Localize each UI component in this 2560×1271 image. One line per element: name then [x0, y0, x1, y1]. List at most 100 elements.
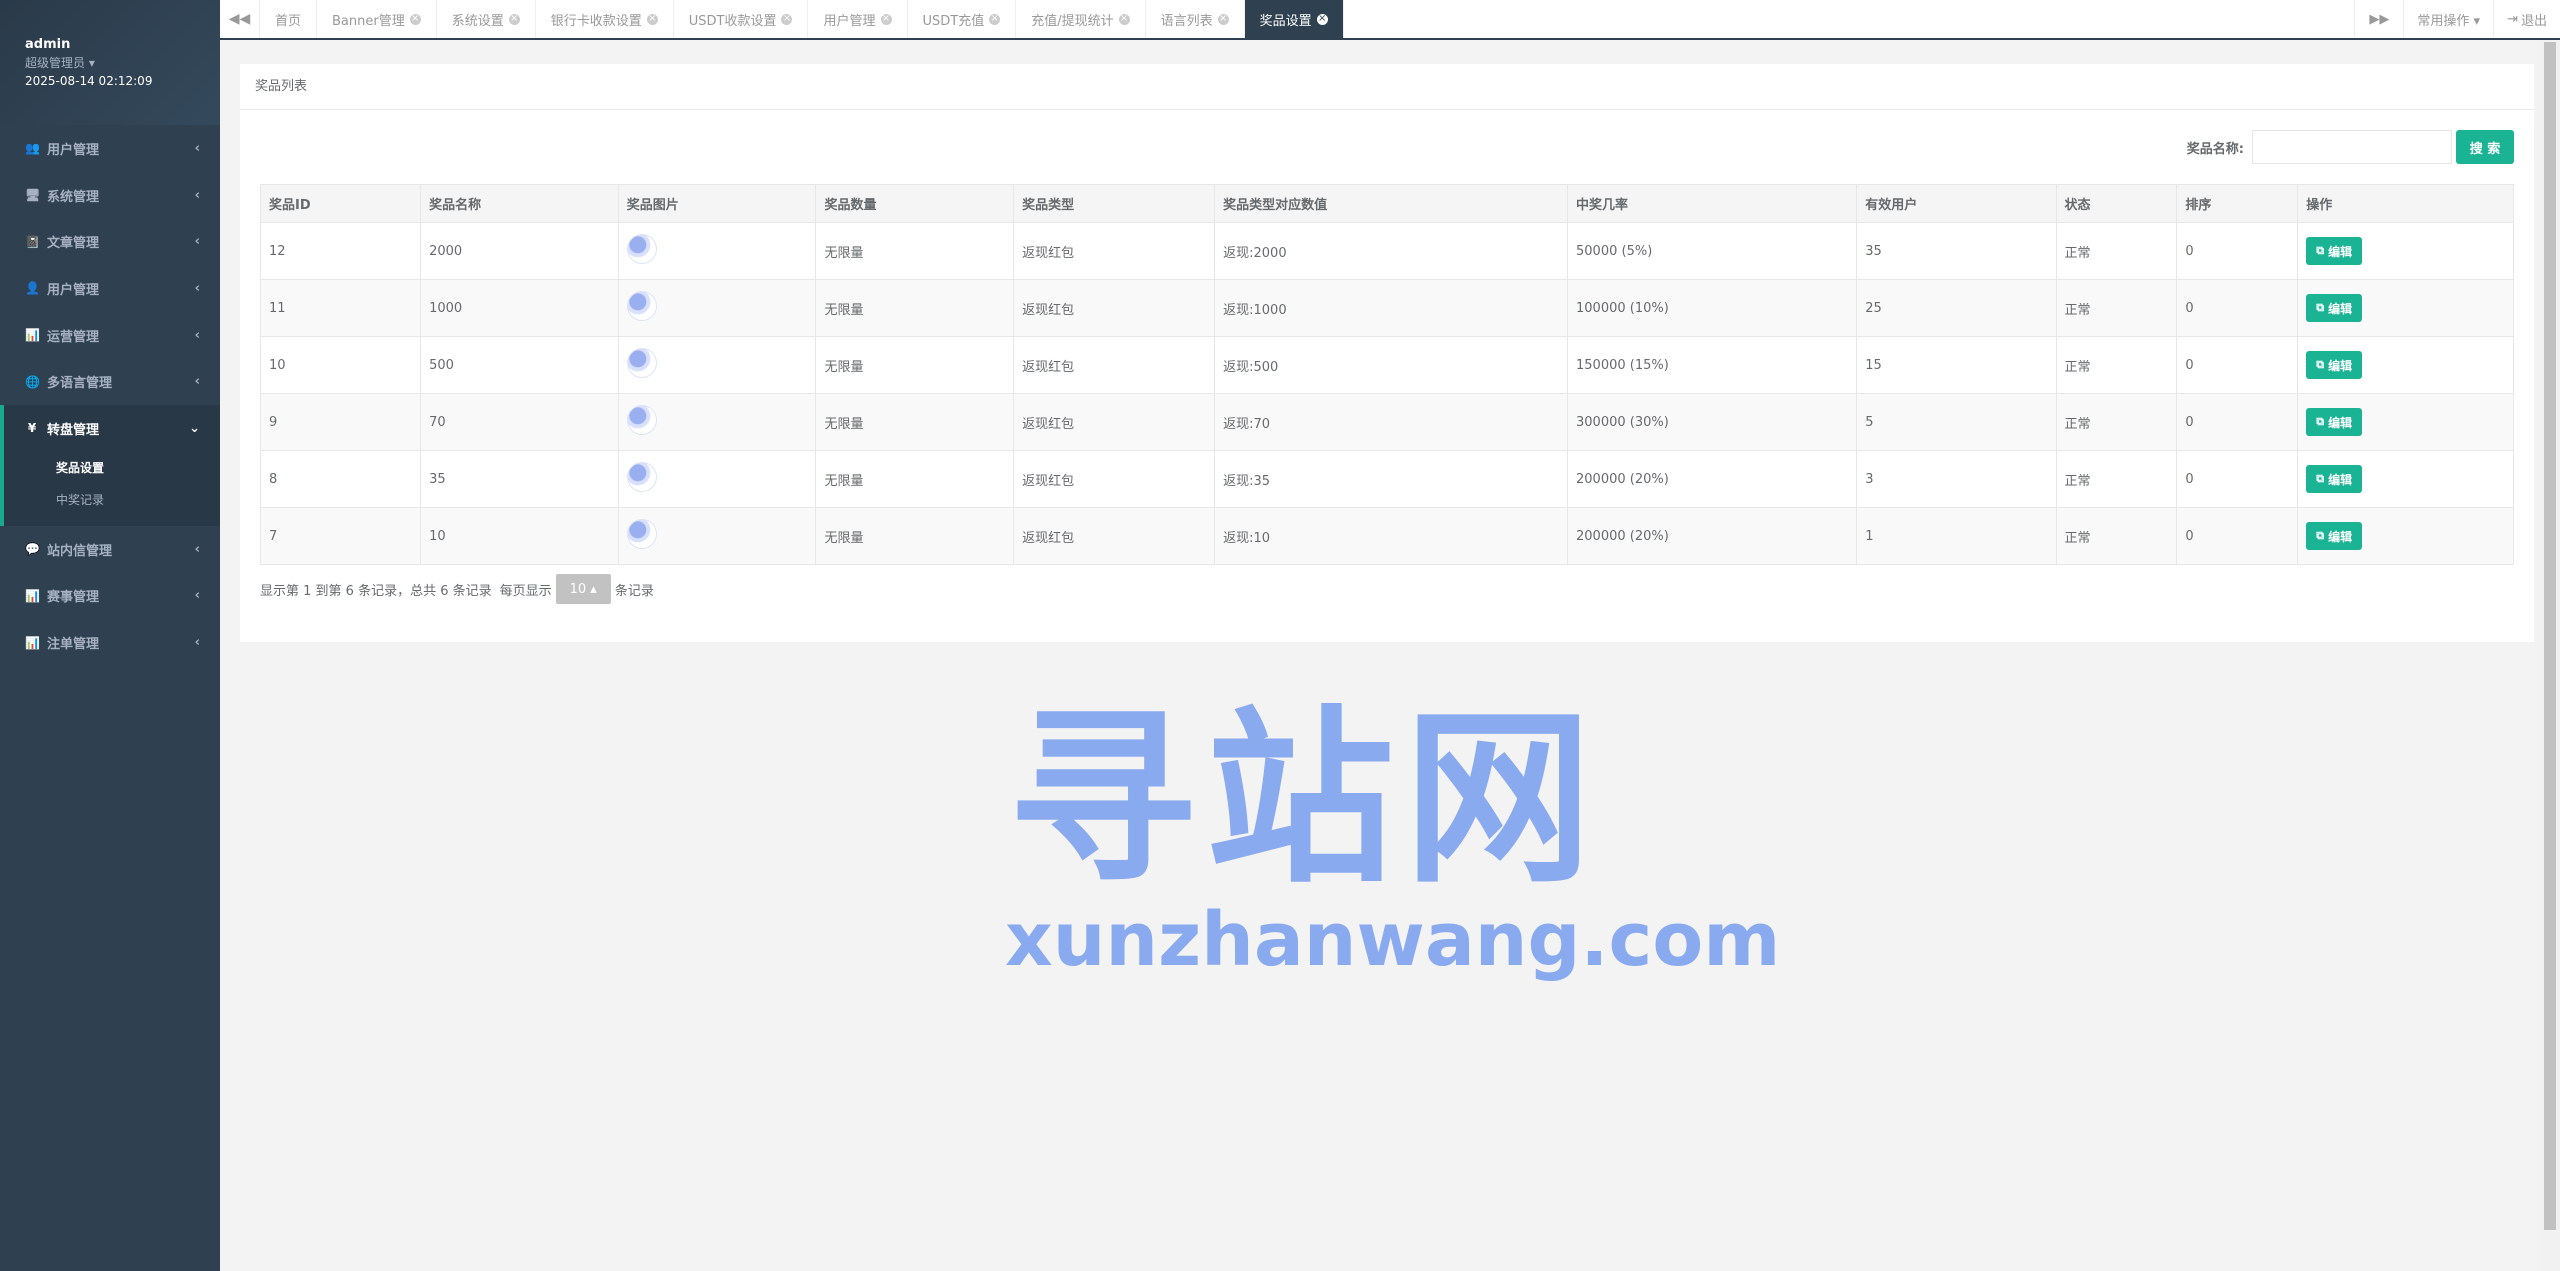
- sidebar-item-wheel-management[interactable]: ¥ 转盘管理 ⌄: [4, 405, 220, 452]
- close-icon[interactable]: ×: [646, 13, 658, 25]
- tab[interactable]: 银行卡收款设置 ×: [536, 0, 674, 38]
- page-scrollbar[interactable]: [2540, 40, 2560, 1271]
- table-cell: 2000: [420, 222, 619, 280]
- table-cell: 返现:35: [1214, 450, 1569, 508]
- column-header: 奖品数量: [815, 184, 1015, 223]
- prize-image-cell: [617, 222, 817, 280]
- tab[interactable]: 系统设置 ×: [437, 0, 536, 38]
- chevron-left-icon: ‹: [194, 588, 200, 604]
- table-cell: 返现红包: [1013, 279, 1216, 337]
- username: admin: [25, 37, 71, 52]
- tab[interactable]: 奖品设置 ×: [1244, 0, 1344, 38]
- column-header: 有效用户: [1856, 184, 2057, 223]
- sidebar-item[interactable]: 📊 注单管理 ‹: [0, 619, 220, 666]
- actions-cell: ⧉ 编辑: [2297, 222, 2514, 280]
- sidebar-item[interactable]: 👤 用户管理 ‹: [0, 265, 220, 312]
- page-tabs: 首页 Banner管理 × 系统设置 × 银行卡收款设置 × USDT收款设置 × 用户管理 × US…: [260, 0, 2354, 38]
- edit-button[interactable]: ⧉ 编辑: [2306, 294, 2363, 322]
- edit-button[interactable]: ⧉ 编辑: [2306, 522, 2363, 550]
- table-cell: 无限量: [815, 393, 1015, 451]
- column-header: 中奖几率: [1567, 184, 1858, 223]
- tabs-bar: ◀◀ 首页 Banner管理 × 系统设置 × 银行卡收款设置 × USDT收款设置 × 用户管理…: [220, 0, 2560, 40]
- tab-label: 充值/提现统计: [1031, 13, 1114, 29]
- tab-label: 奖品设置: [1259, 13, 1312, 29]
- tab-label: Banner管理: [332, 13, 405, 29]
- sidebar-item[interactable]: 👥 用户管理 ‹: [0, 125, 220, 172]
- edit-button[interactable]: ⧉ 编辑: [2306, 237, 2363, 265]
- tab[interactable]: Banner管理 ×: [317, 0, 437, 38]
- book-icon: 📓: [25, 234, 40, 249]
- table-cell: 15: [1856, 336, 2057, 394]
- prize-image: [626, 462, 657, 492]
- sidebar-item[interactable]: 💬 站内信管理 ‹: [0, 526, 220, 573]
- login-time: 2025-08-14 02:12:09: [25, 74, 153, 88]
- sign-out-icon: ⇥: [2507, 11, 2518, 27]
- edit-button[interactable]: ⧉ 编辑: [2306, 465, 2363, 493]
- close-icon[interactable]: ×: [1118, 13, 1130, 25]
- column-header: 奖品ID: [259, 184, 422, 223]
- sidebar-subitem-prize-settings[interactable]: 奖品设置: [4, 452, 220, 484]
- sidebar: admin 超级管理员 ▾ 2025-08-14 02:12:09 👥 用户管理 ‹…: [0, 0, 220, 1271]
- sidebar-item-label: 系统管理: [47, 189, 100, 205]
- search-bar: 奖品名称: 搜 索: [2187, 130, 2514, 164]
- table-cell: 返现:70: [1214, 393, 1569, 451]
- table-row: 10 500 无限量 返现红包 返现:500 150000 (15%) 15 正常 0 ⧉ 编辑: [259, 336, 2514, 394]
- close-icon[interactable]: ×: [409, 13, 421, 25]
- close-icon[interactable]: ×: [508, 13, 520, 25]
- edit-label: 编辑: [2328, 472, 2353, 487]
- sidebar-item[interactable]: 📊 运营管理 ‹: [0, 312, 220, 359]
- prize-image: [626, 234, 657, 264]
- common-ops-dropdown[interactable]: 常用操作 ▾: [2403, 0, 2493, 38]
- tab[interactable]: 语言列表 ×: [1146, 0, 1245, 38]
- edit-button[interactable]: ⧉ 编辑: [2306, 408, 2363, 436]
- tab[interactable]: 用户管理 ×: [808, 0, 908, 38]
- panel-title: 奖品列表: [240, 64, 2534, 110]
- sidebar-item[interactable]: 📓 文章管理 ‹: [0, 218, 220, 265]
- sidebar-subitem-win-records[interactable]: 中奖记录: [4, 484, 220, 516]
- per-page-select[interactable]: 10 ▴: [555, 574, 611, 604]
- watermark-en: xunzhanwang.com: [1005, 897, 1781, 983]
- actions-cell: ⧉ 编辑: [2297, 507, 2514, 565]
- tabs-scroll-left-button[interactable]: ◀◀: [220, 0, 260, 38]
- table-cell: 0: [2176, 336, 2299, 394]
- table-cell: 返现红包: [1013, 336, 1216, 394]
- column-header: 状态: [2055, 184, 2178, 223]
- chevron-left-icon: ‹: [194, 374, 200, 390]
- column-header: 奖品图片: [617, 184, 817, 223]
- tab[interactable]: 首页: [260, 0, 318, 38]
- table-cell: 0: [2176, 393, 2299, 451]
- tab[interactable]: USDT充值 ×: [908, 0, 1017, 38]
- scrollbar-thumb[interactable]: [2544, 42, 2556, 1230]
- close-icon[interactable]: ×: [1316, 13, 1328, 25]
- close-icon[interactable]: ×: [781, 13, 793, 25]
- bar-chart-icon: 📊: [25, 635, 40, 650]
- close-icon[interactable]: ×: [1217, 13, 1229, 25]
- sidebar-item[interactable]: 🌐 多语言管理 ‹: [0, 358, 220, 405]
- role-dropdown[interactable]: 超级管理员 ▾: [25, 54, 220, 72]
- pagination-info: 显示第 1 到第 6 条记录，总共 6 条记录 每页显示 10 ▴ 条记录: [260, 574, 654, 604]
- chevron-left-icon: ‹: [194, 280, 200, 296]
- tab[interactable]: 充值/提现统计 ×: [1016, 0, 1146, 38]
- search-button[interactable]: 搜 索: [2456, 130, 2514, 164]
- prize-image-cell: [617, 450, 817, 508]
- table-cell: 10: [420, 507, 619, 565]
- edit-button[interactable]: ⧉ 编辑: [2306, 351, 2363, 379]
- table-cell: 无限量: [815, 279, 1015, 337]
- prize-name-input[interactable]: [2252, 130, 2452, 164]
- per-page-suffix: 条记录: [614, 583, 654, 599]
- double-left-icon: ◀◀: [228, 11, 251, 27]
- tab-label: 首页: [275, 13, 302, 29]
- tab[interactable]: USDT收款设置 ×: [674, 0, 809, 38]
- close-icon[interactable]: ×: [989, 13, 1001, 25]
- table-cell: 返现红包: [1013, 393, 1216, 451]
- sidebar-item[interactable]: 📊 赛事管理 ‹: [0, 573, 220, 620]
- sidebar-item[interactable]: 🖥 系统管理 ‹: [0, 172, 220, 219]
- tabs-scroll-right-button[interactable]: ▶▶: [2354, 0, 2403, 38]
- column-header: 奖品名称: [420, 184, 619, 223]
- prize-image: [626, 519, 657, 549]
- logout-button[interactable]: ⇥ 退出: [2493, 0, 2560, 38]
- table-cell: 正常: [2055, 336, 2178, 394]
- table-cell: 200000 (20%): [1567, 450, 1858, 508]
- close-icon[interactable]: ×: [880, 13, 892, 25]
- table-cell: 100000 (10%): [1567, 279, 1858, 337]
